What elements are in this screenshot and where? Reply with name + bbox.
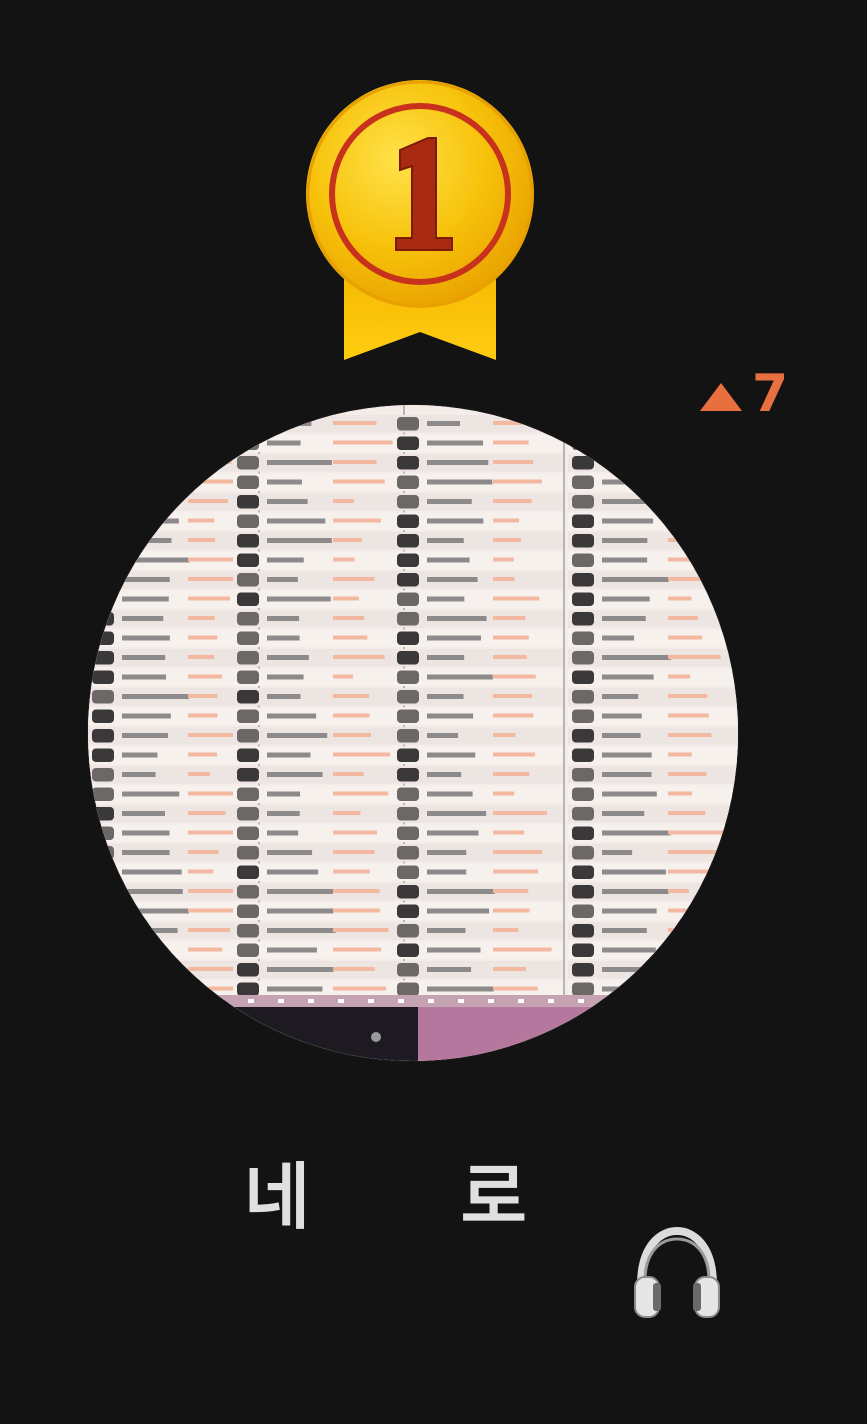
rank-change-indicator: 7 xyxy=(700,364,788,424)
gold-medal-icon: 1 xyxy=(300,78,540,368)
username-text: 네 로 xyxy=(244,1154,527,1239)
rank-change-value: 7 xyxy=(752,364,789,424)
username-row: 네 로 xyxy=(0,1140,867,1318)
avatar-image xyxy=(88,405,738,1061)
triangle-up-icon xyxy=(700,383,742,411)
profile-avatar[interactable] xyxy=(88,405,738,1061)
headphones-icon xyxy=(531,1141,721,1318)
